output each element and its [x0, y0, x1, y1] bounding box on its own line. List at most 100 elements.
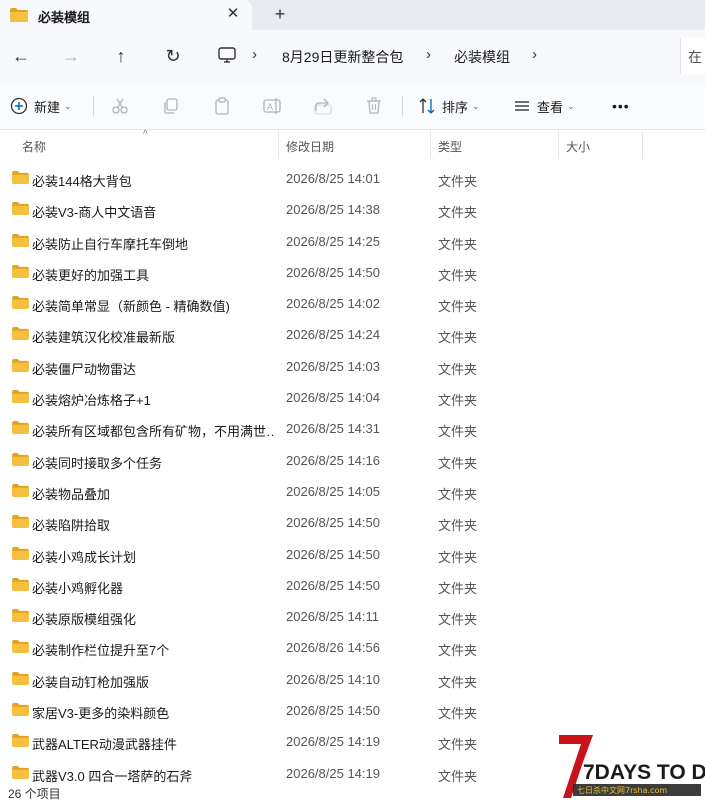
file-modified: 2026/8/25 14:03 — [286, 358, 380, 374]
file-row[interactable]: 必装简单常显（新颜色 - 精确数值) 2026/8/25 14:02 文件夹 — [0, 288, 705, 319]
file-type: 文件夹 — [438, 455, 478, 471]
column-divider[interactable] — [642, 131, 643, 159]
column-header-type[interactable]: 类型 — [438, 138, 462, 155]
file-row[interactable]: 必装熔炉冶炼格子+1 2026/8/25 14:04 文件夹 — [0, 382, 705, 413]
tab-active[interactable]: 必装模组 ✕ — [0, 0, 252, 30]
file-row[interactable]: 必装更好的加强工具 2026/8/25 14:50 文件夹 — [0, 257, 705, 288]
sort-button[interactable]: 排序 ⌄ — [418, 82, 480, 130]
file-row[interactable]: 必装同时接取多个任务 2026/8/25 14:16 文件夹 — [0, 445, 705, 476]
file-name: 武器V3.0 四合一塔萨的石斧 — [32, 768, 193, 784]
address-bar[interactable]: › 8月29日更新整合包 › 必装模组 › — [206, 38, 676, 74]
column-header-name[interactable]: 名称 — [22, 138, 46, 155]
folder-icon — [12, 640, 29, 656]
file-row[interactable]: 必装V3-商人中文语音 2026/8/25 14:38 文件夹 — [0, 194, 705, 225]
refresh-button[interactable]: ↻ — [161, 44, 185, 68]
file-row[interactable]: 必装小鸡成长计划 2026/8/25 14:50 文件夹 — [0, 539, 705, 570]
new-tab-button[interactable]: + — [270, 4, 290, 24]
file-modified: 2026/8/25 14:38 — [286, 202, 380, 218]
file-row[interactable]: 必装陷阱拾取 2026/8/25 14:50 文件夹 — [0, 507, 705, 538]
file-type: 文件夹 — [438, 612, 478, 628]
cut-button[interactable] — [111, 82, 129, 130]
copy-button[interactable] — [162, 82, 180, 130]
file-type: 文件夹 — [438, 299, 478, 315]
status-item-count: 26 个项目 — [8, 787, 61, 801]
breadcrumb-item-2[interactable]: 必装模组 — [454, 47, 510, 67]
file-name: 必装简单常显（新颜色 - 精确数值) — [32, 299, 230, 315]
share-button[interactable] — [314, 82, 332, 130]
folder-icon — [12, 264, 29, 281]
file-modified: 2026/8/25 14:11 — [286, 609, 380, 625]
column-divider[interactable] — [430, 131, 431, 159]
folder-icon — [12, 421, 29, 437]
file-modified: 2026/8/25 14:50 — [286, 577, 380, 593]
file-row[interactable]: 必装小鸡孵化器 2026/8/25 14:50 文件夹 — [0, 570, 705, 601]
file-modified: 2026/8/25 14:01 — [286, 171, 380, 186]
forward-button[interactable]: → — [59, 44, 83, 68]
file-row[interactable]: 必装僵尸动物雷达 2026/8/25 14:03 文件夹 — [0, 351, 705, 382]
file-list: 必装144格大背包 2026/8/25 14:01 文件夹 必装V3-商人中文语音 20… — [0, 163, 705, 789]
chevron-right-icon[interactable]: › — [426, 46, 431, 63]
file-row[interactable]: 必装自动钉枪加强版 2026/8/25 14:10 文件夹 — [0, 664, 705, 695]
file-type: 文件夹 — [438, 174, 478, 189]
folder-icon — [12, 390, 29, 406]
file-type: 文件夹 — [438, 518, 478, 534]
folder-icon — [12, 671, 29, 688]
breadcrumb-item-1[interactable]: 8月29日更新整合包 — [282, 47, 403, 67]
file-row[interactable]: 必装建筑汉化校准最新版 2026/8/25 14:24 文件夹 — [0, 319, 705, 350]
chevron-right-icon[interactable]: › — [532, 46, 537, 63]
navigation-bar: ← → ↑ ↻ › 8月29日更新整合包 › 必装模组 › 在 — [0, 30, 705, 82]
file-modified: 2026/8/25 14:10 — [286, 671, 380, 687]
file-modified: 2026/8/25 14:24 — [286, 327, 380, 343]
column-header-modified[interactable]: 修改日期 — [286, 138, 334, 155]
column-divider[interactable] — [558, 131, 559, 159]
file-row[interactable]: 必装所有区域都包含所有矿物，不用满世… 2026/8/25 14:31 文件夹 — [0, 413, 705, 444]
back-button[interactable]: ← — [9, 44, 33, 68]
file-name: 必装建筑汉化校准最新版 — [32, 330, 176, 346]
up-button[interactable]: ↑ — [109, 44, 133, 68]
delete-button[interactable] — [365, 82, 383, 130]
divider — [402, 96, 403, 116]
folder-icon — [10, 8, 28, 22]
view-button[interactable]: 查看 ⌄ — [513, 82, 575, 130]
file-name: 必装自动钉枪加强版 — [32, 674, 150, 690]
folder-icon — [12, 452, 29, 469]
file-modified: 2026/8/25 14:50 — [286, 703, 380, 719]
file-name: 必装同时接取多个任务 — [32, 455, 163, 471]
rename-button[interactable]: A — [263, 82, 281, 130]
file-modified: 2026/8/25 14:16 — [286, 452, 380, 468]
file-row[interactable]: 必装制作栏位提升至7个 2026/8/26 14:56 文件夹 — [0, 632, 705, 663]
view-label: 查看 — [537, 99, 564, 115]
file-row[interactable]: 家居V3-更多的染料颜色 2026/8/25 14:50 文件夹 — [0, 695, 705, 726]
search-box[interactable]: 在 — [680, 38, 705, 74]
file-modified: 2026/8/25 14:02 — [286, 296, 380, 312]
clipboard-icon — [215, 97, 229, 115]
file-modified: 2026/8/25 14:25 — [286, 233, 380, 249]
file-type: 文件夹 — [438, 393, 478, 409]
file-type: 文件夹 — [438, 737, 478, 753]
folder-icon — [12, 358, 29, 375]
file-modified: 2026/8/25 14:50 — [286, 546, 380, 562]
file-name: 必装所有区域都包含所有矿物，不用满世… — [32, 424, 276, 440]
close-icon[interactable]: ✕ — [224, 5, 242, 23]
paste-button[interactable] — [213, 82, 231, 130]
chevron-right-icon[interactable]: › — [252, 46, 257, 63]
new-button[interactable]: 新建 ⌄ — [10, 82, 72, 130]
file-row[interactable]: 必装144格大背包 2026/8/25 14:01 文件夹 — [0, 163, 705, 194]
chevron-down-icon: ⌄ — [64, 100, 72, 111]
column-header-size[interactable]: 大小 — [566, 138, 590, 155]
folder-icon — [12, 233, 29, 250]
file-name: 必装更好的加强工具 — [32, 267, 150, 283]
column-divider[interactable] — [278, 131, 279, 159]
file-type: 文件夹 — [438, 330, 478, 346]
monitor-icon — [218, 47, 236, 63]
file-row[interactable]: 必装原版模组强化 2026/8/25 14:11 文件夹 — [0, 601, 705, 632]
folder-icon — [12, 703, 29, 719]
more-options-button[interactable]: ••• — [612, 82, 630, 130]
file-row[interactable]: 必装物品叠加 2026/8/25 14:05 文件夹 — [0, 476, 705, 507]
folder-icon — [12, 577, 29, 594]
folder-icon — [12, 765, 29, 782]
file-modified: 2026/8/25 14:50 — [286, 515, 380, 531]
search-placeholder: 在 — [688, 49, 702, 65]
file-type: 文件夹 — [438, 768, 478, 784]
file-row[interactable]: 必装防止自行车摩托车倒地 2026/8/25 14:25 文件夹 — [0, 226, 705, 257]
